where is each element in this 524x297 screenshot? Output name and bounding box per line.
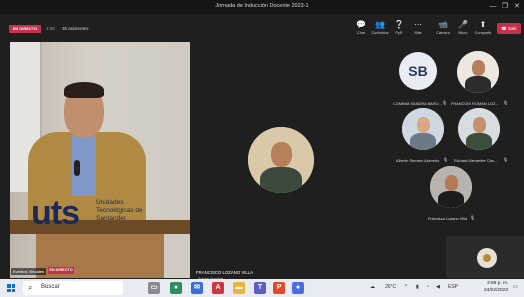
self-avatar [477,248,497,268]
clock-time[interactable]: 3:58 p. m. [487,281,508,286]
weather-temp: 26°C [385,284,397,290]
tray-arrow-icon[interactable]: ^ [405,284,407,290]
participant-avatar-francois[interactable] [457,51,499,93]
screen-share-label: FRANCISCO LOZANO VILLA [196,270,254,275]
window-title: Jornada de Inducción Docente 2023-1 [215,3,309,9]
task-view-icon[interactable]: ▭ [148,282,160,294]
stage-live-badge: EN DIRECTO [48,267,74,274]
mic-off-icon: 🎙 [503,100,509,105]
camera-button[interactable]: 📹 Cámara [434,20,452,40]
mic-off-icon: 🎙 [470,215,476,220]
mic-icon: 🎤 [458,20,468,29]
minimize-button[interactable]: — [488,2,498,12]
camera-icon: 📹 [438,20,448,29]
title-bar: Jornada de Inducción Docente 2023-1 — ❐ … [0,0,524,14]
close-button[interactable]: ✕ [512,2,522,12]
chat-icon: 💬 [356,20,366,29]
participant-avatar-alberto[interactable] [402,108,444,150]
participant-avatar-richard[interactable] [458,108,500,150]
microphone-icon [74,160,80,176]
participant-name-francois: FRANCOIS ROMAN LOZ... [451,101,499,106]
participant-avatar-sb[interactable]: SB [399,52,437,90]
speaker-icon[interactable]: ◀ [436,284,440,290]
outlook-icon[interactable]: ✉ [191,282,203,294]
participant-name-sb: COMINIA SANDRA BARO... [393,101,442,106]
maximize-button[interactable]: ❐ [500,2,510,12]
mic-off-icon: 🎙 [442,100,448,105]
stage-video[interactable] [10,42,190,278]
meeting-timer: 1:06 [46,26,55,31]
notification-icon[interactable]: ▭ [513,284,518,290]
windows-start-icon[interactable] [7,284,15,292]
podium-logo: uts [31,194,80,232]
mic-button[interactable]: 🎤 Micro [454,20,472,40]
chat-button[interactable]: 💬 Chat [352,20,370,40]
more-icon: ⋯ [414,20,422,29]
powerpoint-icon[interactable]: P [273,282,285,294]
presenter-name: Eventos Virtuales [11,268,47,275]
people-icon: 👥 [375,20,385,29]
participant-avatar-francisco[interactable] [430,166,472,208]
language-indicator[interactable]: ESP [448,284,458,290]
teams-window: Jornada de Inducción Docente 2023-1 — ❐ … [0,0,524,281]
podium-logo-text: Unidades Tecnológicas de Santander [96,199,143,222]
participant-avatar-center[interactable] [248,127,314,193]
chrome-icon[interactable]: ● [170,282,182,294]
leave-button[interactable]: ☎ Salir [497,23,521,34]
participant-name-richard: Richard Alexander Cás... [454,158,498,163]
clock-date[interactable]: 24/02/2023 [484,288,508,293]
search-placeholder: Buscar [41,284,60,290]
app-icon[interactable]: ● [292,282,304,294]
wifi-icon: ◔ [426,284,430,290]
mic-off-icon: 🎙 [503,157,509,162]
live-badge: EN DIRECTO [9,25,41,33]
weather-icon[interactable]: ☁ [370,284,375,290]
phone-icon: ☎ [501,26,508,31]
acrobat-icon[interactable]: A [212,282,224,294]
mic-off-icon: 🎙 [443,157,449,162]
teams-icon[interactable]: T [254,282,266,294]
search-icon: ⌕ [28,283,33,292]
attendee-count: 35 asistentes [62,26,89,31]
taskbar-search-input[interactable] [23,281,123,295]
participant-name-francisco: Francisco Lozano Villa [428,216,468,221]
file-explorer-icon[interactable]: ▬ [233,282,245,294]
qa-icon: ❔ [394,20,404,29]
battery-icon: ▮ [416,284,419,290]
qa-button[interactable]: ❔ PyR [390,20,408,40]
speaker-hair [64,82,104,98]
share-button[interactable]: ⬆ Compartir [474,20,492,40]
more-button[interactable]: ⋯ Más [409,20,427,40]
share-icon: ⬆ [479,20,487,29]
participant-name-alberto: Alberto Serrano Acevedo [396,158,440,163]
people-button[interactable]: 👥 Contactos [371,20,389,40]
